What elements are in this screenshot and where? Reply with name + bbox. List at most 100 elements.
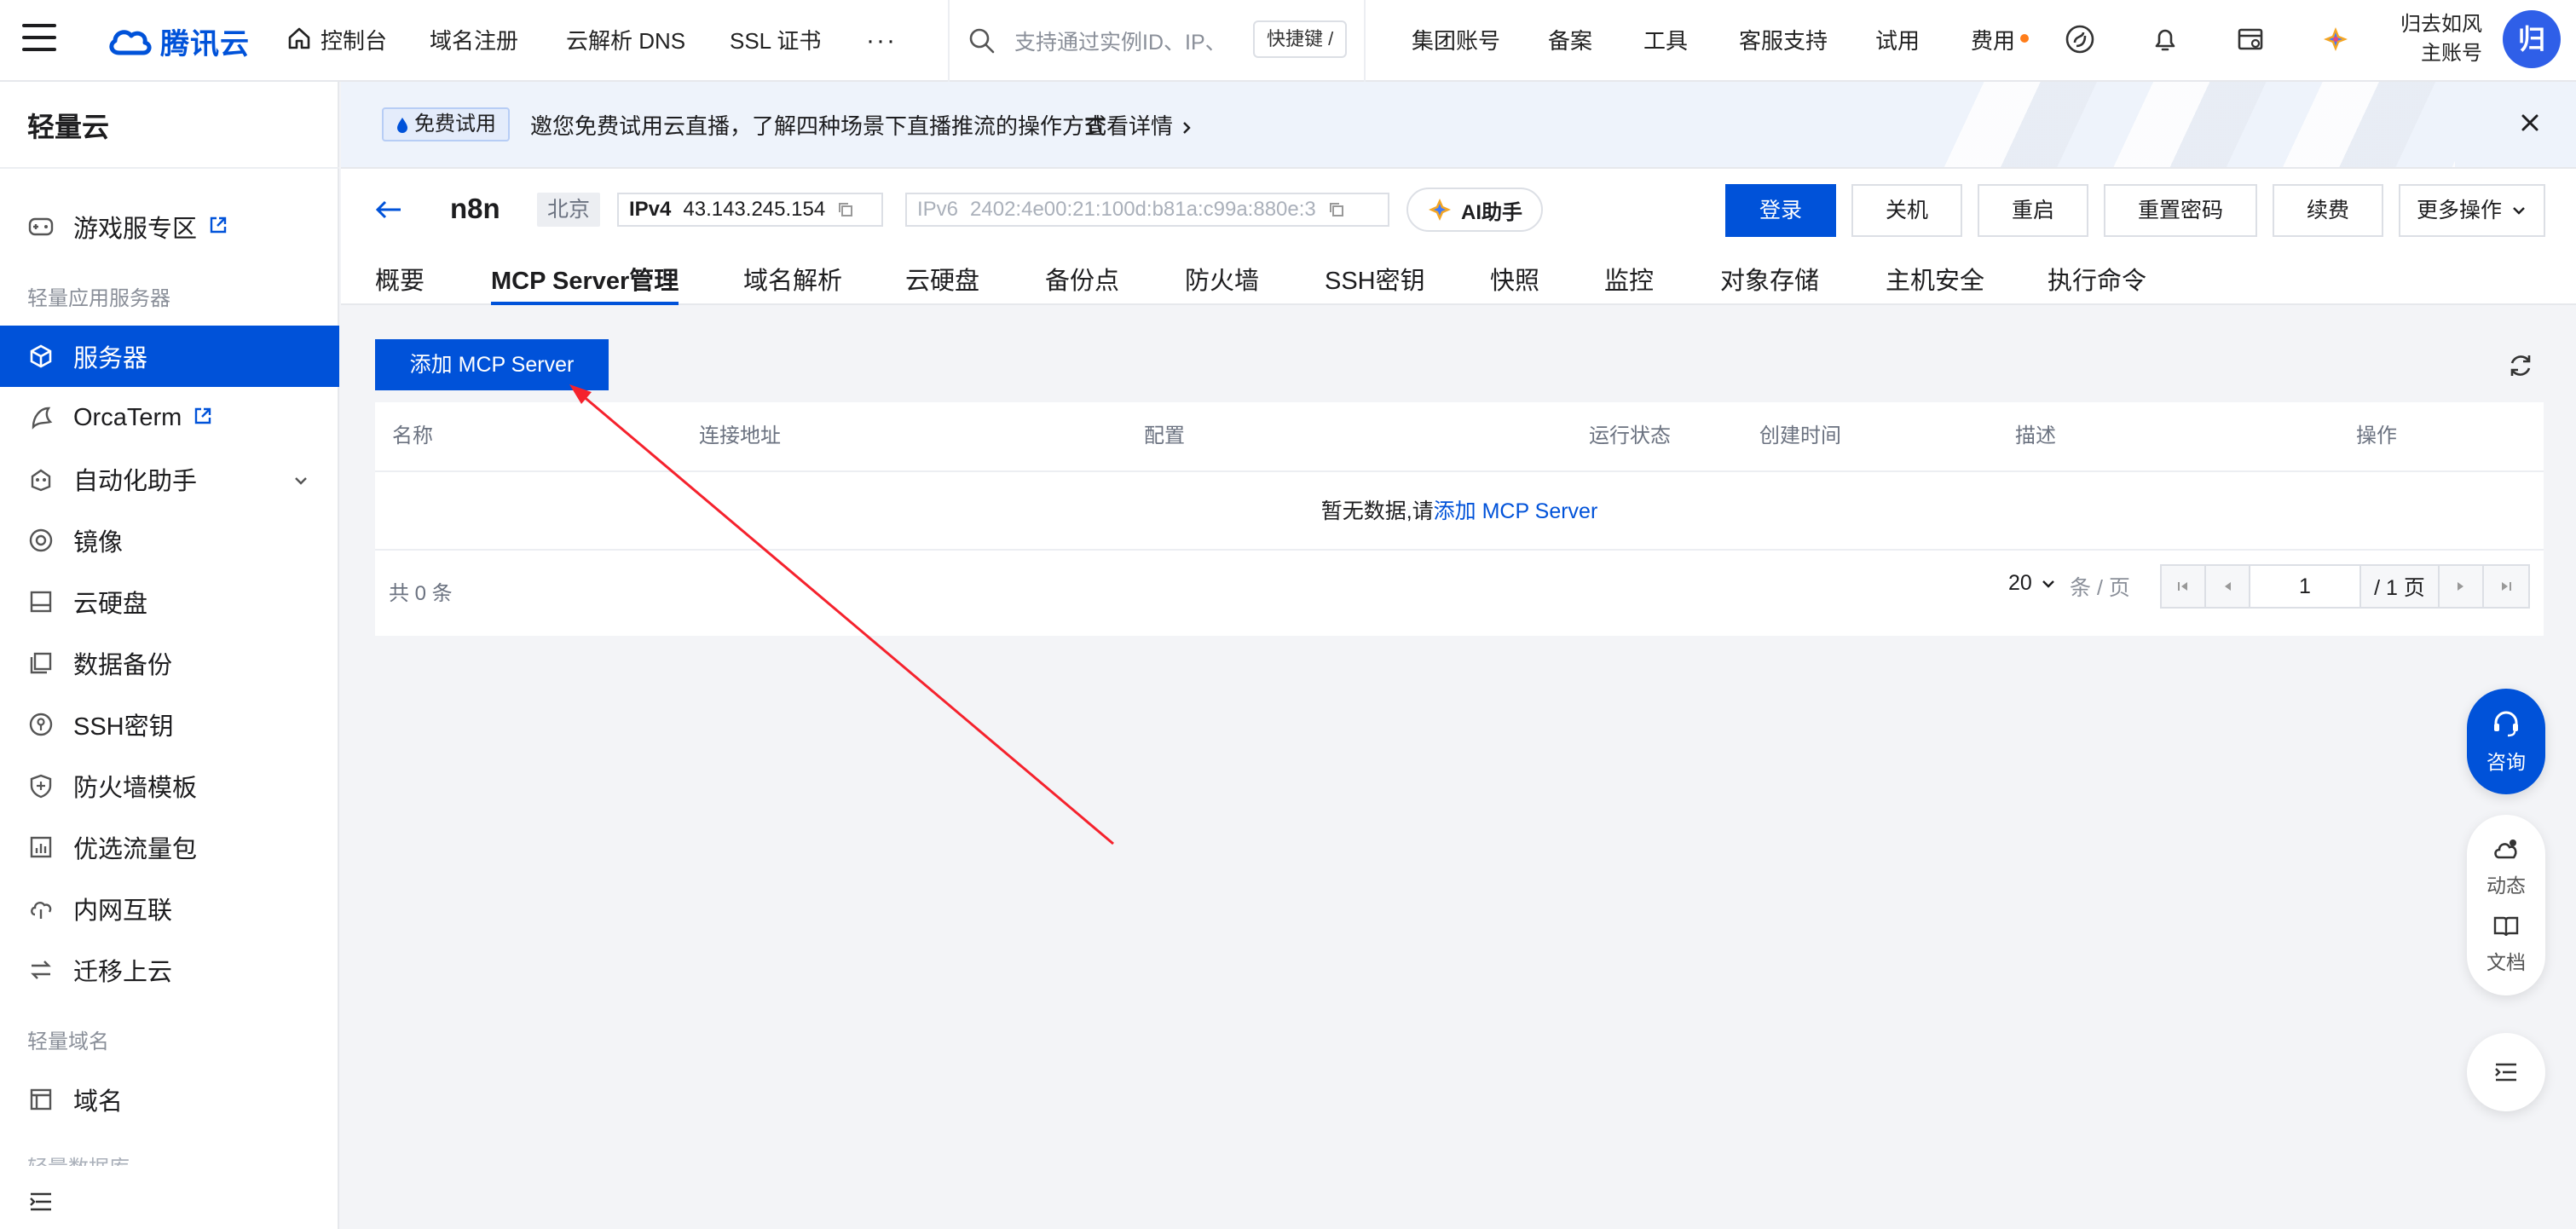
docs-label: 文档 (2486, 951, 2526, 973)
close-icon[interactable] (2518, 111, 2542, 139)
nav-domain-register[interactable]: 域名注册 (430, 0, 518, 82)
browser-icon (27, 1086, 55, 1113)
nav-ssl[interactable]: SSL 证书 (730, 0, 821, 82)
badge-label: 免费试用 (414, 113, 496, 136)
menu-icon[interactable] (22, 24, 56, 55)
reset-password-button[interactable]: 重置密码 (2104, 184, 2257, 237)
chevron-down-icon (2513, 207, 2525, 215)
next-page-icon[interactable] (2440, 566, 2484, 607)
consult-button[interactable]: 咨询 (2467, 689, 2545, 794)
sidebar-item-domain[interactable]: 域名 (0, 1069, 339, 1130)
sidebar-item-migration[interactable]: 迁移上云 (0, 939, 339, 1001)
shutdown-button[interactable]: 关机 (1851, 184, 1962, 237)
nav-filing[interactable]: 备案 (1548, 0, 1592, 82)
tab-run-command[interactable]: 执行命令 (2048, 261, 2146, 305)
nav-billing[interactable]: 费用 (1971, 0, 2015, 82)
collapse-menu-icon[interactable] (27, 1190, 55, 1218)
tab-domain-resolution[interactable]: 域名解析 (743, 261, 842, 305)
sidebar-item-automation[interactable]: 自动化助手 (0, 448, 339, 510)
sidebar: 轻量云 游戏服专区 轻量应用服务器 服务器 OrcaTerm 自动化助手 镜像 … (0, 82, 339, 1229)
refresh-icon[interactable] (2506, 351, 2535, 384)
nav-support[interactable]: 客服支持 (1739, 0, 1828, 82)
bell-icon[interactable] (2150, 24, 2184, 58)
home-icon[interactable] (286, 26, 312, 55)
sidebar-item-backup[interactable]: 数据备份 (0, 632, 339, 694)
page-size-select[interactable]: 20 (2008, 571, 2056, 596)
avatar[interactable]: 归 (2503, 10, 2561, 68)
tab-backup-point[interactable]: 备份点 (1045, 261, 1119, 305)
shortcut-hint[interactable]: 快捷键 / (1253, 20, 1348, 58)
page-size-value: 20 (2008, 571, 2032, 595)
tab-object-storage[interactable]: 对象存储 (1720, 261, 1819, 305)
renew-button[interactable]: 续费 (2273, 184, 2383, 237)
sidebar-item-label: 镜像 (73, 529, 124, 557)
ipv4-label: IPv4 (629, 198, 672, 221)
sidebar-item-game-server[interactable]: 游戏服专区 (0, 196, 339, 257)
tab-monitor[interactable]: 监控 (1604, 261, 1654, 305)
toggle-panel-button[interactable] (2467, 1033, 2545, 1111)
sidebar-item-image[interactable]: 镜像 (0, 510, 339, 571)
sidebar-item-ssh-key[interactable]: SSH密钥 (0, 694, 339, 755)
sidebar-section-title: 轻量应用服务器 (27, 287, 170, 310)
nav-group-account[interactable]: 集团账号 (1412, 0, 1500, 82)
tab-host-security[interactable]: 主机安全 (1886, 261, 1984, 305)
sidebar-item-traffic[interactable]: 优选流量包 (0, 816, 339, 878)
shield-icon (27, 772, 55, 799)
ai-assistant-button[interactable]: AI助手 (1406, 188, 1543, 232)
tab-mcp-server[interactable]: MCP Server管理 (491, 261, 679, 305)
user-role: 主账号 (2421, 42, 2482, 65)
dynamic-label: 动态 (2486, 874, 2526, 897)
column-header: 配置 (1144, 424, 1185, 447)
user-info[interactable]: 归去如风 主账号 (2397, 10, 2482, 68)
prev-page-icon[interactable] (2206, 566, 2250, 607)
first-page-icon[interactable] (2162, 566, 2206, 607)
search-placeholder: 支持通过实例ID、IP、 (1014, 31, 1227, 55)
chevron-right-icon (1183, 122, 1191, 134)
ipv6-value: 2402:4e00:21:100d:b81a:c99a:880e:3 (970, 198, 1316, 221)
tab-ssh-key[interactable]: SSH密钥 (1325, 261, 1425, 305)
tab-overview[interactable]: 概要 (375, 261, 425, 305)
chevron-down-icon (292, 469, 310, 497)
more-actions-button[interactable]: 更多操作 (2399, 184, 2545, 237)
restart-button[interactable]: 重启 (1978, 184, 2088, 237)
sidebar-item-disk[interactable]: 云硬盘 (0, 571, 339, 632)
tab-snapshot[interactable]: 快照 (1490, 261, 1539, 305)
sidebar-item-server[interactable]: 服务器 (0, 326, 339, 387)
empty-add-link[interactable]: 添加 MCP Server (1434, 499, 1598, 523)
tab-cloud-disk[interactable]: 云硬盘 (905, 261, 979, 305)
add-mcp-server-button[interactable]: 添加 MCP Server (375, 339, 609, 390)
copy-icon[interactable] (1328, 201, 1345, 218)
nav-tools[interactable]: 工具 (1643, 0, 1688, 82)
free-trial-badge: 免费试用 (382, 107, 510, 141)
dynamic-button[interactable]: 动态 (2486, 835, 2526, 898)
banner-link[interactable]: 查看详情 (1084, 109, 1194, 141)
login-button[interactable]: 登录 (1725, 184, 1836, 237)
brand-logo[interactable]: 腾讯云 (107, 17, 250, 65)
tab-firewall[interactable]: 防火墙 (1185, 261, 1259, 305)
key-icon (27, 711, 55, 738)
mini-program-icon[interactable] (2065, 24, 2099, 58)
copy-icon[interactable] (837, 201, 854, 218)
sidebar-item-orcaterm[interactable]: OrcaTerm (0, 387, 339, 448)
external-link-icon (209, 213, 228, 241)
docs-button[interactable]: 文档 (2486, 912, 2526, 975)
nav-console[interactable]: 控制台 (321, 0, 387, 82)
last-page-icon[interactable] (2484, 566, 2528, 607)
sidebar-item-intranet[interactable]: 内网互联 (0, 878, 339, 939)
ipv6-box: IPv6 2402:4e00:21:100d:b81a:c99a:880e:3 (905, 193, 1389, 227)
nav-trial[interactable]: 试用 (1875, 0, 1920, 82)
sidebar-item-label: 迁移上云 (73, 959, 173, 986)
sidebar-item-firewall-template[interactable]: 防火墙模板 (0, 755, 339, 816)
workorder-icon[interactable] (2235, 24, 2269, 58)
ai-logo-icon[interactable] (2320, 24, 2354, 58)
cloud-link-icon (27, 895, 55, 922)
nav-dns[interactable]: 云解析 DNS (566, 0, 685, 82)
promo-banner: 免费试用 邀您免费试用云直播，了解四种场景下直播推流的操作方式 查看详情 (341, 82, 2576, 169)
brand-name: 腾讯云 (160, 27, 250, 61)
nav-more[interactable]: ··· (866, 0, 897, 82)
back-arrow-icon[interactable] (373, 198, 404, 226)
page-input[interactable]: 1 (2250, 566, 2361, 607)
user-name: 归去如风 (2400, 13, 2482, 36)
sidebar-item-label: 优选流量包 (73, 836, 198, 863)
chevron-down-icon (2042, 580, 2054, 588)
